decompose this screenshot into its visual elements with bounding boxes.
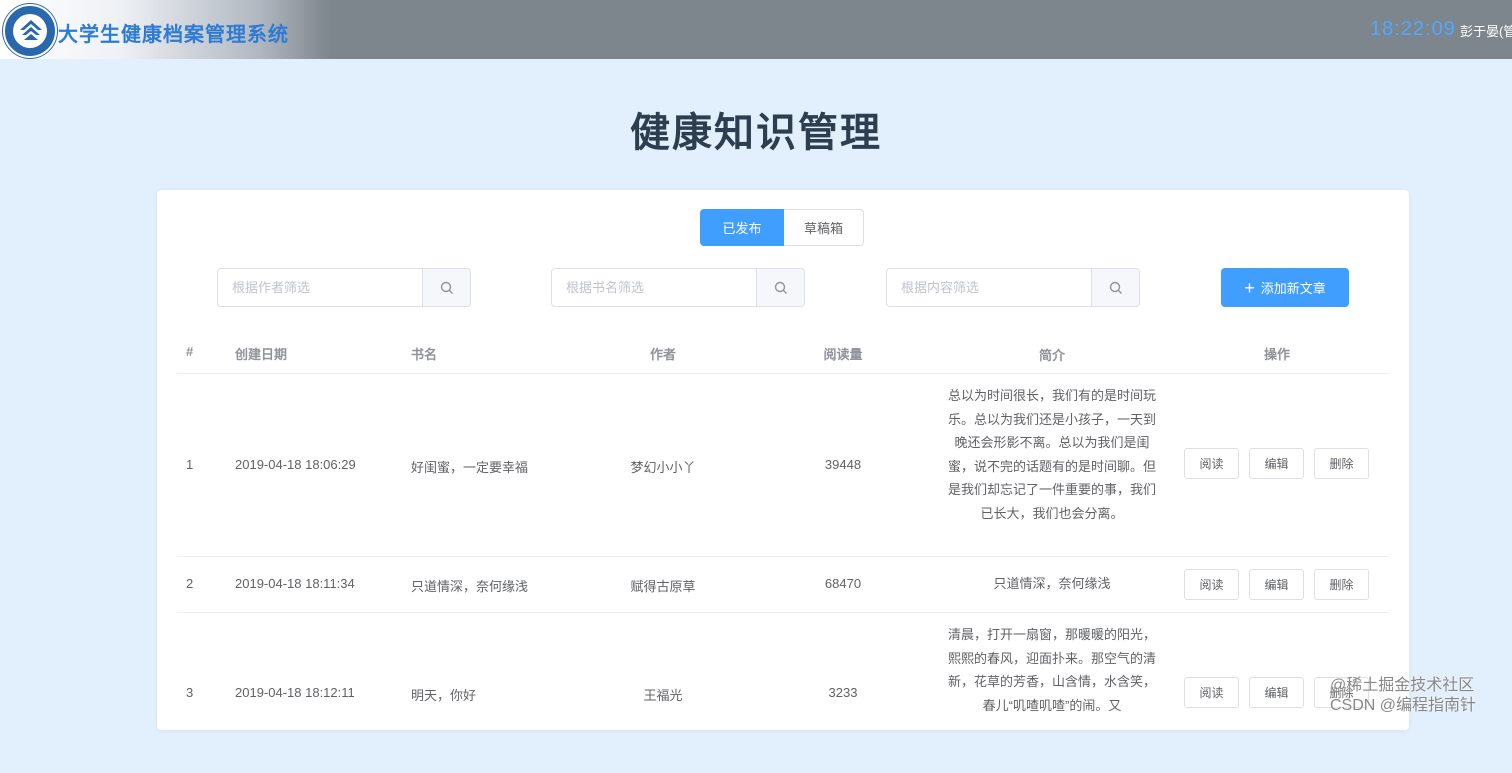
user-name[interactable]: 彭于晏(管 [1460, 21, 1512, 40]
top-bar: 大学生健康档案管理系统 18:22:09 彭于晏(管 [0, 0, 1512, 59]
row-actions: 阅读 编辑 删除 [1184, 569, 1370, 600]
header-intro: 简介 [1038, 348, 1065, 363]
author-filter [217, 268, 471, 307]
plus-icon: + [1244, 277, 1255, 298]
delete-button[interactable]: 删除 [1314, 448, 1369, 479]
row-date: 2019-04-18 18:12:11 [235, 685, 355, 700]
edit-button[interactable]: 编辑 [1249, 448, 1304, 479]
app-title: 大学生健康档案管理系统 [58, 24, 289, 46]
row-date: 2019-04-18 18:06:29 [235, 457, 356, 472]
add-article-button[interactable]: + 添加新文章 [1221, 268, 1349, 307]
book-filter [551, 268, 805, 307]
content-filter [886, 268, 1140, 307]
content-card: 已发布 草稿箱 + 添加新文章 # 创建日期 书名 作者 阅读量 简介 操作 [157, 190, 1409, 730]
row-intro: 总以为时间很长，我们有的是时间玩乐。总以为我们还是小孩子，一天到晚还会形影不离。… [947, 388, 1156, 521]
search-icon [774, 281, 787, 294]
articles-table: # 创建日期 书名 作者 阅读量 简介 操作 1 2019-04-18 18:0… [177, 330, 1389, 773]
search-icon [1109, 281, 1122, 294]
table-row: 2 2019-04-18 18:11:34 只道情深，奈何缘浅 赋得古原草 68… [177, 557, 1389, 613]
clock: 18:22:09 [1370, 18, 1456, 40]
header-ops: 操作 [1263, 347, 1290, 362]
header-index: # [186, 344, 194, 359]
table-row: 3 2019-04-18 18:12:11 明天，你好 王福光 3233 清晨，… [177, 613, 1389, 773]
header-author: 作者 [649, 347, 676, 362]
read-button[interactable]: 阅读 [1184, 448, 1239, 479]
read-button[interactable]: 阅读 [1184, 569, 1239, 600]
row-book: 明天，你好 [411, 688, 477, 703]
table-row: 1 2019-04-18 18:06:29 好闺蜜，一定要幸福 梦幻小小丫 39… [177, 374, 1389, 557]
search-icon [440, 281, 453, 294]
delete-button[interactable]: 删除 [1314, 569, 1369, 600]
row-intro: 只道情深，奈何缘浅 [993, 576, 1111, 591]
tab-published[interactable]: 已发布 [700, 209, 784, 246]
page-title: 健康知识管理 [630, 111, 882, 155]
row-author: 王福光 [643, 688, 683, 703]
header-reads: 阅读量 [823, 347, 863, 362]
row-index: 1 [186, 457, 194, 472]
row-reads: 39448 [824, 457, 862, 472]
row-reads: 68470 [824, 576, 862, 591]
header-book: 书名 [411, 347, 438, 362]
author-search-button[interactable] [422, 269, 470, 306]
watermark: @稀土掘金技术社区 CSDN @编程指南针 [1330, 677, 1477, 714]
content-search-button[interactable] [1091, 269, 1139, 306]
tab-drafts[interactable]: 草稿箱 [784, 209, 864, 246]
edit-button[interactable]: 编辑 [1249, 677, 1304, 708]
row-index: 3 [186, 685, 194, 700]
add-article-label: 添加新文章 [1260, 281, 1326, 296]
content-filter-input[interactable] [887, 269, 1091, 306]
row-book: 只道情深，奈何缘浅 [411, 579, 529, 594]
university-logo [3, 4, 57, 58]
edit-button[interactable]: 编辑 [1249, 569, 1304, 600]
logo-emblem-icon [20, 20, 42, 40]
row-reads: 3233 [828, 685, 858, 700]
book-filter-input[interactable] [552, 269, 756, 306]
read-button[interactable]: 阅读 [1184, 677, 1239, 708]
status-tabs: 已发布 草稿箱 [700, 209, 864, 246]
row-book: 好闺蜜，一定要幸福 [411, 460, 529, 475]
table-header: # 创建日期 书名 作者 阅读量 简介 操作 [177, 330, 1389, 374]
row-intro: 清晨，打开一扇窗，那暖暖的阳光，熙熙的春风，迎面扑来。那空气的清新，花草的芳香，… [947, 627, 1156, 713]
book-search-button[interactable] [756, 269, 804, 306]
row-actions: 阅读 编辑 删除 [1184, 448, 1370, 479]
row-author: 赋得古原草 [630, 579, 696, 594]
author-filter-input[interactable] [218, 269, 422, 306]
header-date: 创建日期 [235, 347, 288, 362]
row-author: 梦幻小小丫 [630, 460, 696, 475]
row-index: 2 [186, 576, 194, 591]
row-date: 2019-04-18 18:11:34 [235, 576, 355, 591]
